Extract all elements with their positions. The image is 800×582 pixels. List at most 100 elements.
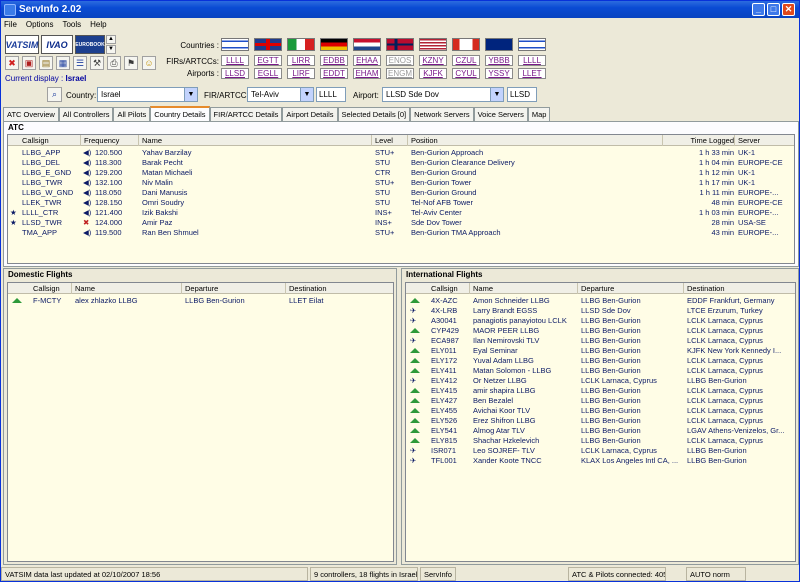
search-icon[interactable]: ⌕ (47, 87, 62, 102)
smiley-icon[interactable]: ☺ (142, 56, 156, 70)
tab-voice-servers[interactable]: Voice Servers (473, 107, 528, 121)
column-header-dep[interactable]: Departure (182, 283, 286, 294)
ivao-logo-button[interactable]: IVAO (41, 35, 73, 54)
table-row[interactable]: ★ LLSD_TWR ✖ 124.000 Amir Paz INS+ Sde Dov Tow… (8, 218, 794, 228)
flag-italy-icon[interactable] (287, 38, 315, 51)
chevron-down-icon[interactable]: ▼ (184, 88, 197, 101)
airport-link[interactable]: ENGM (386, 68, 414, 79)
table-row[interactable]: ✈ TFL001 Xander Koote TNCC KLAX Los Angeles… (406, 456, 795, 466)
tab-selected-details-0[interactable]: Selected Details [0] (337, 107, 411, 121)
menu-help[interactable]: Help (90, 20, 106, 29)
table-row[interactable]: ELY526 Erez Shifron LLBG LLBG Ben-Gurion LC… (406, 416, 795, 426)
eurobook-logo-button[interactable]: EUROBOOK (75, 35, 105, 54)
chevron-down-icon[interactable]: ▼ (490, 88, 503, 101)
flag-usa-icon[interactable] (419, 38, 447, 51)
airport-link[interactable]: LLSD (221, 68, 249, 79)
country-select[interactable]: Israel ▼ (97, 87, 198, 102)
column-header-dest[interactable]: Destination (684, 283, 795, 294)
fir-link[interactable]: ENOS (386, 55, 414, 66)
column-header-callsign[interactable]: Callsign (30, 283, 72, 294)
column-header-callsign[interactable]: Callsign (428, 283, 470, 294)
flag-canada-icon[interactable] (452, 38, 480, 51)
fir-link[interactable]: YBBB (485, 55, 513, 66)
table-row[interactable]: ✈ 4X-LRB Larry Brandt EGSS LLSD Sde Dov LTCE… (406, 306, 795, 316)
flag-norway-icon[interactable] (386, 38, 414, 51)
table-row[interactable]: ELY411 Matan Solomon - LLBG LLBG Ben-Gurio… (406, 366, 795, 376)
fir-link[interactable]: KZNY (419, 55, 447, 66)
menu-options[interactable]: Options (26, 20, 54, 29)
flag-israel-icon[interactable] (221, 38, 249, 51)
maximize-button[interactable]: □ (767, 3, 780, 16)
table-row[interactable]: CYP429 MAOR PEER LLBG LLBG Ben-Gurion LCLK … (406, 326, 795, 336)
list-icon[interactable]: ☰ (73, 56, 87, 70)
column-header-time[interactable]: Time Logged (663, 135, 735, 146)
table-row[interactable]: ELY455 Avichai Koor TLV LLBG Ben-Gurion LCL… (406, 406, 795, 416)
table-row[interactable]: ELY815 Shachar Hzkelevich LLBG Ben-Gurion L… (406, 436, 795, 446)
column-header-dep[interactable]: Departure (578, 283, 684, 294)
vatsim-logo-button[interactable]: VATSIM (5, 35, 39, 54)
tab-all-pilots[interactable]: All Pilots (113, 107, 151, 121)
grid-icon[interactable]: ▦ (56, 56, 70, 70)
scroll-up-icon[interactable]: ▲ (106, 35, 116, 44)
flag-germany-icon[interactable] (320, 38, 348, 51)
table-row[interactable]: ✈ A30041 panagiotis panayiotou LCLK LLBG Be… (406, 316, 795, 326)
table-row[interactable]: LLEK_TWR ◀) 128.150 Omri Soudry STU Tel-Nof A… (8, 198, 794, 208)
table-row[interactable]: LLBG_W_GND ◀) 118.050 Dani Manusis STU Ben-Gu… (8, 188, 794, 198)
fir-link[interactable]: LIRR (287, 55, 315, 66)
table-row[interactable]: ✈ ELY412 Or Netzer LLBG LCLK Larnaca, Cypru… (406, 376, 795, 386)
flag-icon[interactable]: ⚑ (124, 56, 138, 70)
fir-code-field[interactable]: LLLL (316, 87, 346, 102)
fir-link[interactable]: LLLL (518, 55, 546, 66)
table-row[interactable]: ELY541 Almog Atar TLV LLBG Ben-Gurion LGAV … (406, 426, 795, 436)
flag-netherlands-icon[interactable] (353, 38, 381, 51)
fir-link[interactable]: EHAA (353, 55, 381, 66)
close-button[interactable]: ✕ (782, 3, 795, 16)
fir-link[interactable]: EGTT (254, 55, 282, 66)
table-row[interactable]: ELY011 Eyal Seminar LLBG Ben-Gurion KJFK Ne… (406, 346, 795, 356)
airport-link[interactable]: CYUL (452, 68, 480, 79)
table-row[interactable]: ELY415 amir shapira LLBG LLBG Ben-Gurion LC… (406, 386, 795, 396)
table-row[interactable]: LLBG_DEL ◀) 118.300 Barak Pecht STU Ben-Gurio… (8, 158, 794, 168)
table-row[interactable]: ELY172 Yuval Adam LLBG LLBG Ben-Gurion LCLK… (406, 356, 795, 366)
scroll-down-icon[interactable]: ▼ (106, 45, 116, 54)
airport-link[interactable]: EHAM (353, 68, 381, 79)
column-header-position[interactable]: Position (408, 135, 663, 146)
tab-all-controllers[interactable]: All Controllers (58, 107, 114, 121)
table-row[interactable]: LLBG_E_GND ◀) 129.200 Matan Michaeli CTR Ben-… (8, 168, 794, 178)
column-header-level[interactable]: Level (372, 135, 408, 146)
table-row[interactable]: 4X-AZC Amon Schneider LLBG LLBG Ben-Gurion… (406, 296, 795, 306)
tab-airport-details[interactable]: Airport Details (282, 107, 338, 121)
airport-link[interactable]: YSSY (485, 68, 513, 79)
airport-link[interactable]: EGLL (254, 68, 282, 79)
flag-australia-icon[interactable] (485, 38, 513, 51)
table-row[interactable]: LLBG_APP ◀) 120.500 Yahav Barzilay STU+ Ben-G… (8, 148, 794, 158)
fir-select[interactable]: Tel-Aviv ▼ (247, 87, 314, 102)
airport-code-field[interactable]: LLSD (507, 87, 537, 102)
column-header-name[interactable]: Name (139, 135, 372, 146)
tab-fir-artcc-details[interactable]: FIR/ARTCC Details (209, 107, 283, 121)
column-header-name[interactable]: Name (470, 283, 578, 294)
airport-link[interactable]: EDDT (320, 68, 348, 79)
domestic-table[interactable]: Callsign Name Departure Destination F-MCTY a… (7, 282, 394, 562)
flag-israel-icon[interactable] (518, 38, 546, 51)
tab-country-details[interactable]: Country Details (150, 106, 210, 121)
tab-map[interactable]: Map (527, 107, 551, 121)
column-header-freq[interactable]: Frequency (81, 135, 139, 146)
table-row[interactable]: LLBG_TWR ◀) 132.100 Niv Malin STU+ Ben-Gurion… (8, 178, 794, 188)
airport-link[interactable]: KJFK (419, 68, 447, 79)
tab-network-servers[interactable]: Network Servers (410, 107, 474, 121)
column-header-callsign[interactable]: Callsign (19, 135, 81, 146)
table-row[interactable]: F-MCTY alex zhlazko LLBG LLBG Ben-Gurion LL… (8, 296, 393, 306)
table-row[interactable]: TMA_APP ◀) 119.500 Ran Ben Shmuel STU+ Ben-Gu… (8, 228, 794, 238)
stop-icon[interactable]: ✖ (5, 56, 19, 70)
menu-tools[interactable]: Tools (62, 20, 81, 29)
airport-select[interactable]: LLSD Sde Dov ▼ (382, 87, 504, 102)
fir-link[interactable]: CZUL (452, 55, 480, 66)
chevron-down-icon[interactable]: ▼ (300, 88, 313, 101)
tab-atc-overview[interactable]: ATC Overview (3, 107, 59, 121)
atc-table[interactable]: Callsign Frequency Name Level Position Time L… (7, 134, 795, 264)
flag-uk-icon[interactable] (254, 38, 282, 51)
print-icon[interactable]: ⎙ (107, 56, 121, 70)
minimize-button[interactable]: _ (752, 3, 765, 16)
column-header-dest[interactable]: Destination (286, 283, 393, 294)
